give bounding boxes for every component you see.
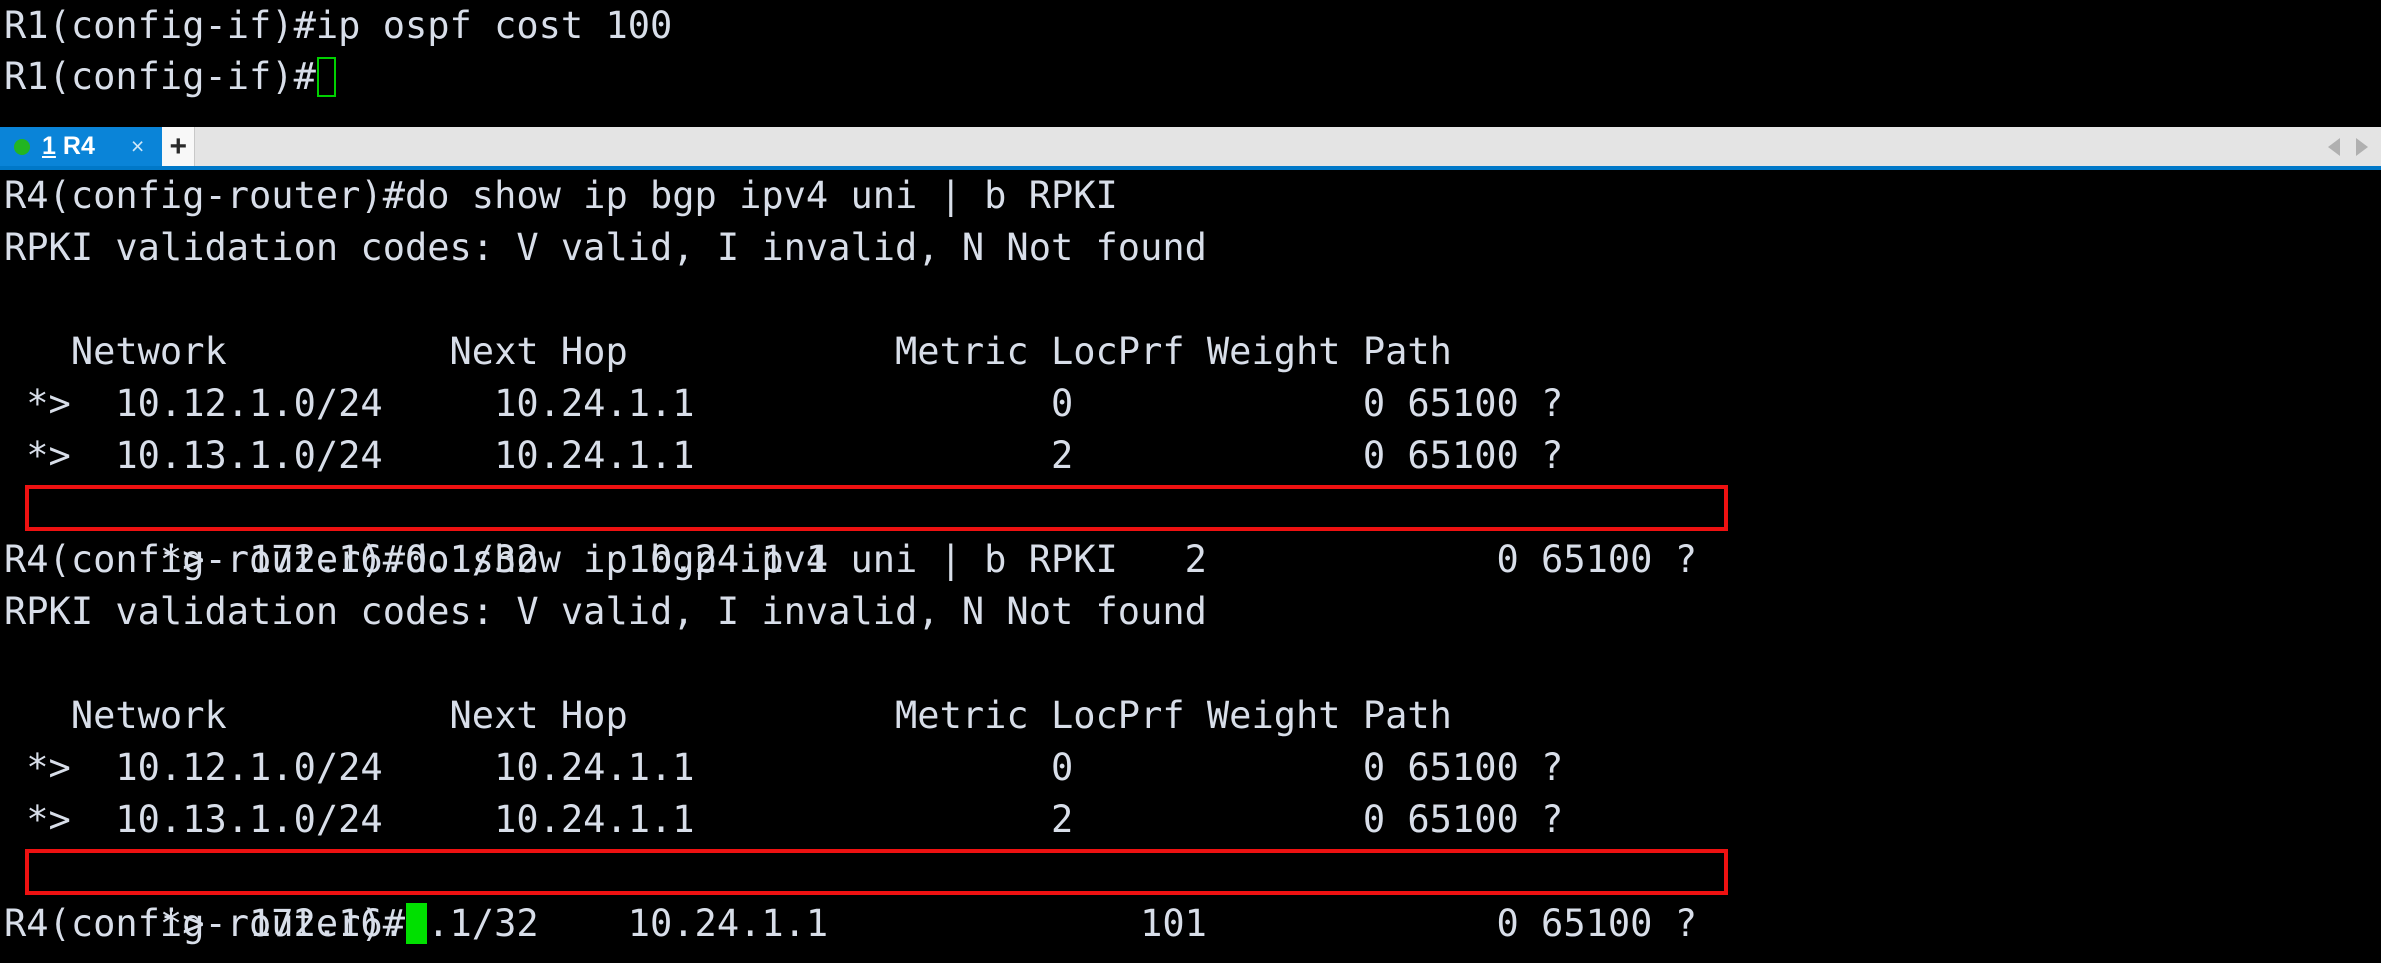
highlight-box (25, 849, 1728, 895)
highlight-box (25, 485, 1728, 531)
top-pane-prompt: R1(config-if)# (4, 55, 316, 98)
main-terminal-pane[interactable]: R4(config-router)#do show ip bgp ipv4 un… (0, 170, 2381, 963)
close-icon[interactable]: × (121, 135, 154, 158)
bgp-table-row-highlighted: *> 172.16.0.1/32 10.24.1.1 2 0 65100 ? (0, 482, 2381, 581)
active-cursor (405, 903, 427, 944)
terminal-window: R1(config-if)#ip ospf cost 100 R1(config… (0, 0, 2381, 963)
top-terminal-pane[interactable]: R1(config-if)#ip ospf cost 100 R1(config… (0, 0, 2381, 124)
new-tab-button[interactable]: + (162, 127, 196, 166)
tab-index-label: 1 (42, 132, 56, 160)
chevron-left-icon[interactable] (2328, 137, 2340, 156)
bgp-table-row: *> 10.12.1.0/24 10.24.1.1 0 0 65100 ? (4, 746, 1564, 789)
rpki-legend-line: RPKI validation codes: V valid, I invali… (4, 226, 1207, 269)
connection-status-dot (14, 138, 30, 155)
bgp-table-row: *> 10.12.1.0/24 10.24.1.1 0 0 65100 ? (4, 382, 1564, 425)
top-pane-line-2: R1(config-if)# (0, 51, 2381, 102)
inactive-cursor (316, 57, 336, 97)
tab-scroll-controls (2328, 127, 2381, 166)
prompt-text: R4(config-router)# (4, 902, 405, 945)
tab-r4[interactable]: 1 R4 × (0, 127, 163, 166)
chevron-right-icon[interactable] (2356, 137, 2368, 156)
tab-bar-spacer (195, 127, 2328, 166)
tab-bar: 1 R4 × + (0, 124, 2381, 170)
bgp-table-header: Network Next Hop Metric LocPrf Weight Pa… (4, 694, 1452, 737)
command-line: R4(config-router)#do show ip bgp ipv4 un… (4, 538, 1118, 581)
tab-title-label: R4 (62, 132, 95, 160)
bgp-table-row-highlighted: *> 172.16.0.1/32 10.24.1.1 101 0 65100 ? (0, 846, 2381, 945)
top-pane-line-1: R1(config-if)#ip ospf cost 100 (4, 4, 673, 47)
active-prompt-line: R4(config-router)# (0, 898, 2381, 950)
bgp-table-header: Network Next Hop Metric LocPrf Weight Pa… (4, 330, 1452, 373)
rpki-legend-line: RPKI validation codes: V valid, I invali… (4, 590, 1207, 633)
command-line: R4(config-router)#do show ip bgp ipv4 un… (4, 174, 1118, 217)
bgp-table-row: *> 10.13.1.0/24 10.24.1.1 2 0 65100 ? (4, 798, 1564, 841)
bgp-table-row: *> 10.13.1.0/24 10.24.1.1 2 0 65100 ? (4, 434, 1564, 477)
